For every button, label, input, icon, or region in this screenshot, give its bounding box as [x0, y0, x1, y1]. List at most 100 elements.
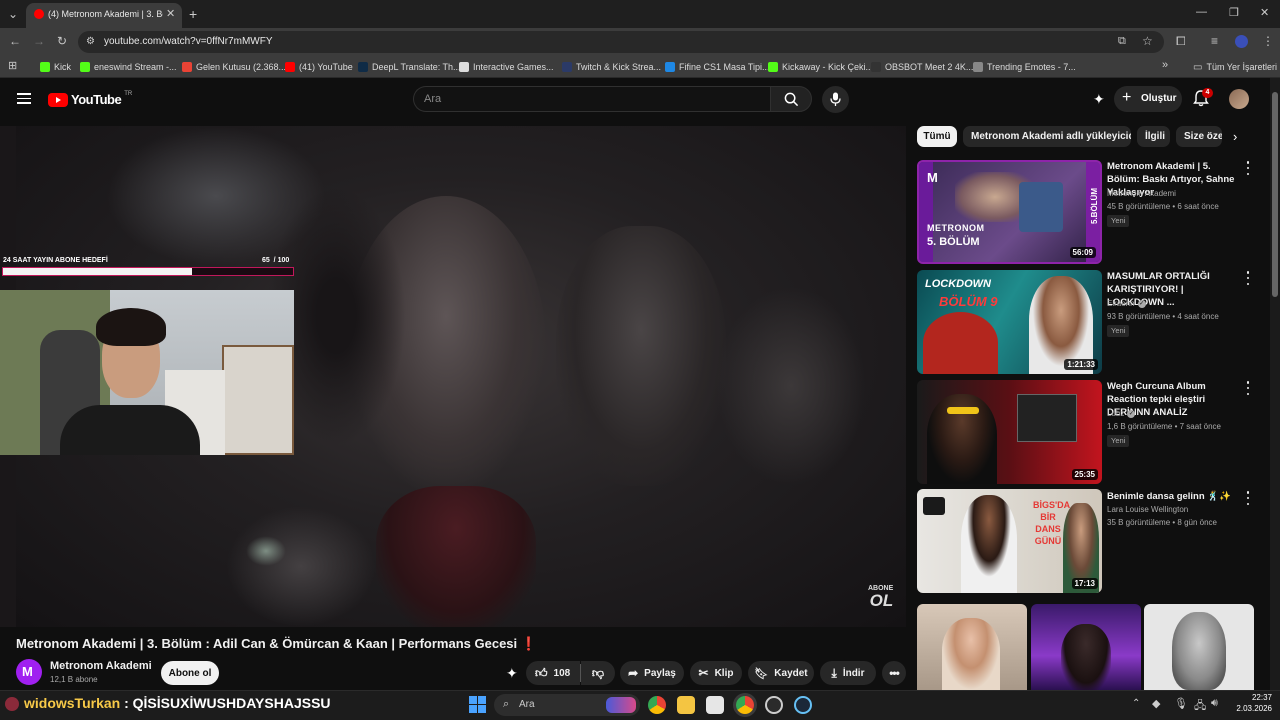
chrome-menu-icon[interactable]: ⋮	[1262, 35, 1274, 47]
bookmark-item[interactable]: DeepL Translate: Th...	[358, 61, 461, 73]
url-text[interactable]: youtube.com/watch?v=0ffNr7mMWFY	[104, 36, 273, 47]
save-button[interactable]: 🔖︎ Kaydet	[748, 661, 814, 685]
rec-duration: 1:21:33	[1064, 359, 1098, 370]
tab-close-icon[interactable]: ✕	[166, 7, 175, 20]
cast-sparkle-icon[interactable]: ✦	[1093, 91, 1105, 108]
apps-grid-icon[interactable]: ⊞	[8, 60, 17, 72]
bookmark-item[interactable]: Kick	[40, 61, 71, 73]
rec-thumbnail[interactable]: 5.BÖLÜM M METRONOM 5. BÖLÜM 56:09	[917, 160, 1102, 264]
rec-channel[interactable]: Lara Louise Wellington	[1107, 505, 1188, 514]
more-bookmarks-icon[interactable]: »	[1162, 59, 1168, 71]
bookmark-item[interactable]: Interactive Games...	[459, 61, 554, 73]
file-explorer-icon[interactable]	[677, 696, 695, 714]
tray-chevron-icon[interactable]: ⌃	[1132, 698, 1140, 709]
channel-avatar[interactable]: M	[16, 659, 42, 685]
tab-search-dropdown-icon[interactable]: ⌄	[8, 8, 18, 20]
rec-thumbnail[interactable]: 25:35	[917, 380, 1102, 484]
bookmark-item[interactable]: Kickaway - Kick Çeki...	[768, 61, 873, 73]
channel-name[interactable]: Metronom Akademi	[50, 660, 152, 672]
microphone-tray-icon[interactable]: 🎙︎	[1174, 697, 1188, 710]
back-icon[interactable]: ←	[9, 35, 21, 47]
gmail-icon	[182, 62, 192, 72]
webcam-overlay	[0, 290, 294, 455]
rec-menu-icon[interactable]	[1245, 271, 1251, 285]
forward-icon[interactable]: →	[33, 35, 45, 47]
chip-for-you[interactable]: Size öze	[1176, 126, 1222, 147]
rec-channel[interactable]: Elraenn ✓	[1107, 299, 1146, 308]
windows-start-icon[interactable]	[469, 696, 486, 713]
chip-all[interactable]: Tümü	[917, 126, 957, 147]
obs-icon[interactable]	[765, 696, 783, 714]
rec-menu-icon[interactable]	[1245, 381, 1251, 395]
kick-icon	[40, 62, 50, 72]
raised-hand	[716, 286, 866, 486]
voice-search-button[interactable]	[822, 86, 849, 113]
foreground-hand	[226, 506, 376, 627]
rec-channel[interactable]: Metronom Akademi	[1107, 189, 1176, 198]
short-thumbnail[interactable]	[1144, 604, 1254, 690]
bookmark-item[interactable]: Fifine CS1 Masa Tipi...	[665, 61, 770, 73]
rec-menu-icon[interactable]	[1245, 491, 1251, 505]
chip-from-uploader[interactable]: Metronom Akademi adlı yükleyiciden	[963, 126, 1131, 147]
taskbar-search[interactable]: ⌕ Ara	[494, 694, 640, 716]
browser-tab-active[interactable]: (4) Metronom Akademi | 3. Bölü ✕	[26, 3, 182, 28]
rec-title[interactable]: Benimle dansa gelinn 🕺✨	[1107, 490, 1242, 503]
bookmark-item[interactable]: Twitch & Kick Strea...	[562, 61, 661, 73]
network-icon[interactable]: 🖧︎	[1194, 697, 1206, 716]
dislike-button[interactable]: 👎︎	[581, 661, 615, 685]
deepl-icon	[358, 62, 368, 72]
site-info-icon[interactable]: ⚙	[86, 36, 95, 47]
bookmark-item[interactable]: Trending Emotes - 7...	[973, 61, 1076, 73]
close-window-icon[interactable]: ✕	[1260, 6, 1269, 19]
reload-icon[interactable]: ↻	[57, 35, 67, 47]
page-scrollbar-thumb[interactable]	[1272, 92, 1278, 297]
rec-menu-icon[interactable]	[1245, 161, 1251, 175]
chrome-taskbar-icon[interactable]	[648, 696, 666, 714]
rec-thumbnail[interactable]: BİGS'DA BİR DANS GÜNÜ 17:13	[917, 489, 1102, 593]
youtube-logo[interactable]: YouTube TR	[48, 90, 133, 107]
hamburger-menu-icon[interactable]	[17, 93, 31, 104]
more-actions-button[interactable]: •••	[882, 661, 906, 685]
second-figure	[556, 226, 726, 486]
subscribe-button[interactable]: Abone ol	[161, 661, 219, 685]
restore-window-icon[interactable]: ❐	[1229, 6, 1239, 19]
extensions-icon[interactable]: ⧠	[1176, 35, 1186, 47]
new-tab-icon[interactable]: +	[189, 6, 197, 22]
download-button[interactable]: ⤓ İndir	[820, 661, 876, 685]
account-avatar[interactable]	[1229, 89, 1249, 109]
rec-thumbnail[interactable]: LOCKDOWN BÖLÜM 9 1:21:33	[917, 270, 1102, 374]
notifications-button[interactable]: 4	[1193, 88, 1213, 107]
rec-channel[interactable]: Lubz ✓	[1107, 409, 1136, 418]
bookmark-item[interactable]: eneswind Stream -...	[80, 61, 177, 73]
minimize-window-icon[interactable]: —	[1196, 6, 1207, 18]
share-button[interactable]: ➦ Paylaş	[620, 661, 684, 685]
chat-message: widowsTurkan : QİSİSUXİWUSHDAYSHAJSSU	[24, 695, 331, 711]
bookmark-item[interactable]: Gelen Kutusu (2.368...	[182, 61, 286, 73]
store-icon[interactable]	[706, 696, 724, 714]
country-code: TR	[124, 90, 133, 97]
short-thumbnail[interactable]	[1031, 604, 1141, 690]
steam-icon[interactable]	[794, 696, 812, 714]
bookmark-item[interactable]: OBSBOT Meet 2 4K...	[871, 61, 973, 73]
sparkle-icon[interactable]: ✦	[506, 665, 518, 682]
search-button[interactable]	[770, 86, 812, 112]
chevron-right-icon[interactable]: ›	[1233, 129, 1237, 144]
clip-button[interactable]: ✂ Klip	[690, 661, 742, 685]
like-button[interactable]: 👍︎ 108	[526, 661, 580, 685]
all-bookmarks-folder[interactable]: ▭ Tüm Yer İşaretleri	[1193, 61, 1277, 73]
address-bar[interactable]: ⚙ youtube.com/watch?v=0ffNr7mMWFY ⧉ ☆	[78, 31, 1164, 53]
chrome-active-icon[interactable]	[736, 696, 754, 714]
bookmark-star-icon[interactable]: ☆	[1142, 34, 1153, 48]
search-input[interactable]: Ara	[413, 86, 770, 112]
reading-list-icon[interactable]: ≡	[1211, 35, 1218, 47]
clock[interactable]: 22:37 2.03.2026	[1230, 693, 1272, 713]
chip-related[interactable]: İlgili	[1137, 126, 1170, 147]
create-button[interactable]: + Oluştur	[1114, 86, 1182, 112]
tray-app-icon[interactable]: ◆	[1152, 697, 1160, 710]
bookmark-item[interactable]: (41) YouTube	[285, 61, 353, 73]
volume-icon[interactable]: 🔊︎	[1211, 697, 1218, 710]
install-app-icon[interactable]: ⧉	[1118, 35, 1126, 48]
short-thumbnail[interactable]	[917, 604, 1027, 690]
subscribe-watermark[interactable]: ABONE OL	[868, 585, 893, 609]
profile-avatar[interactable]	[1235, 35, 1248, 48]
